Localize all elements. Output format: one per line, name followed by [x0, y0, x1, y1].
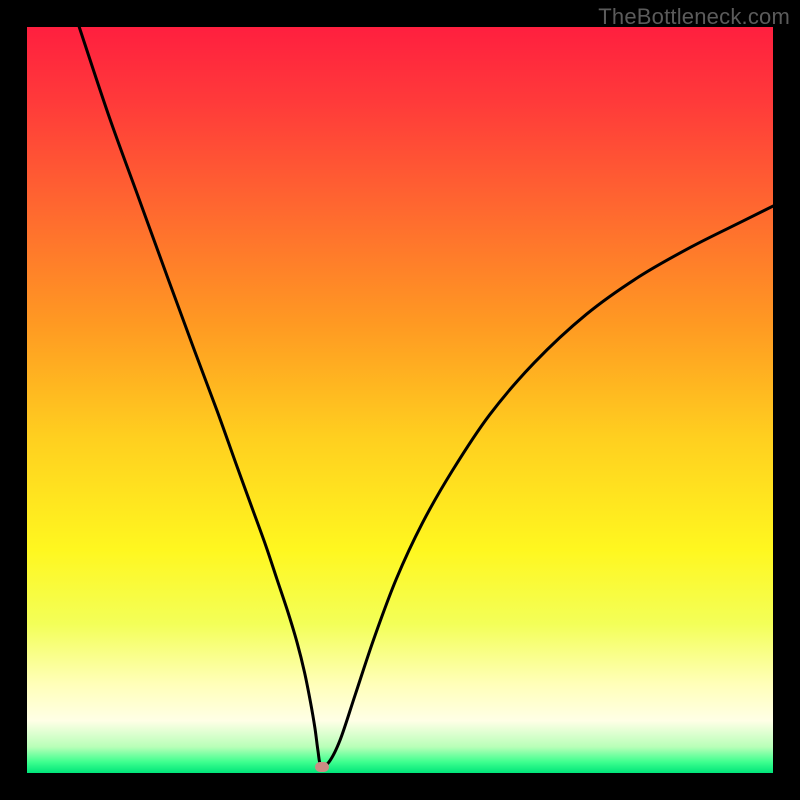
optimum-marker — [315, 762, 329, 772]
plot-area — [27, 27, 773, 773]
chart-frame: TheBottleneck.com — [0, 0, 800, 800]
gradient-background — [27, 27, 773, 773]
plot-svg — [27, 27, 773, 773]
